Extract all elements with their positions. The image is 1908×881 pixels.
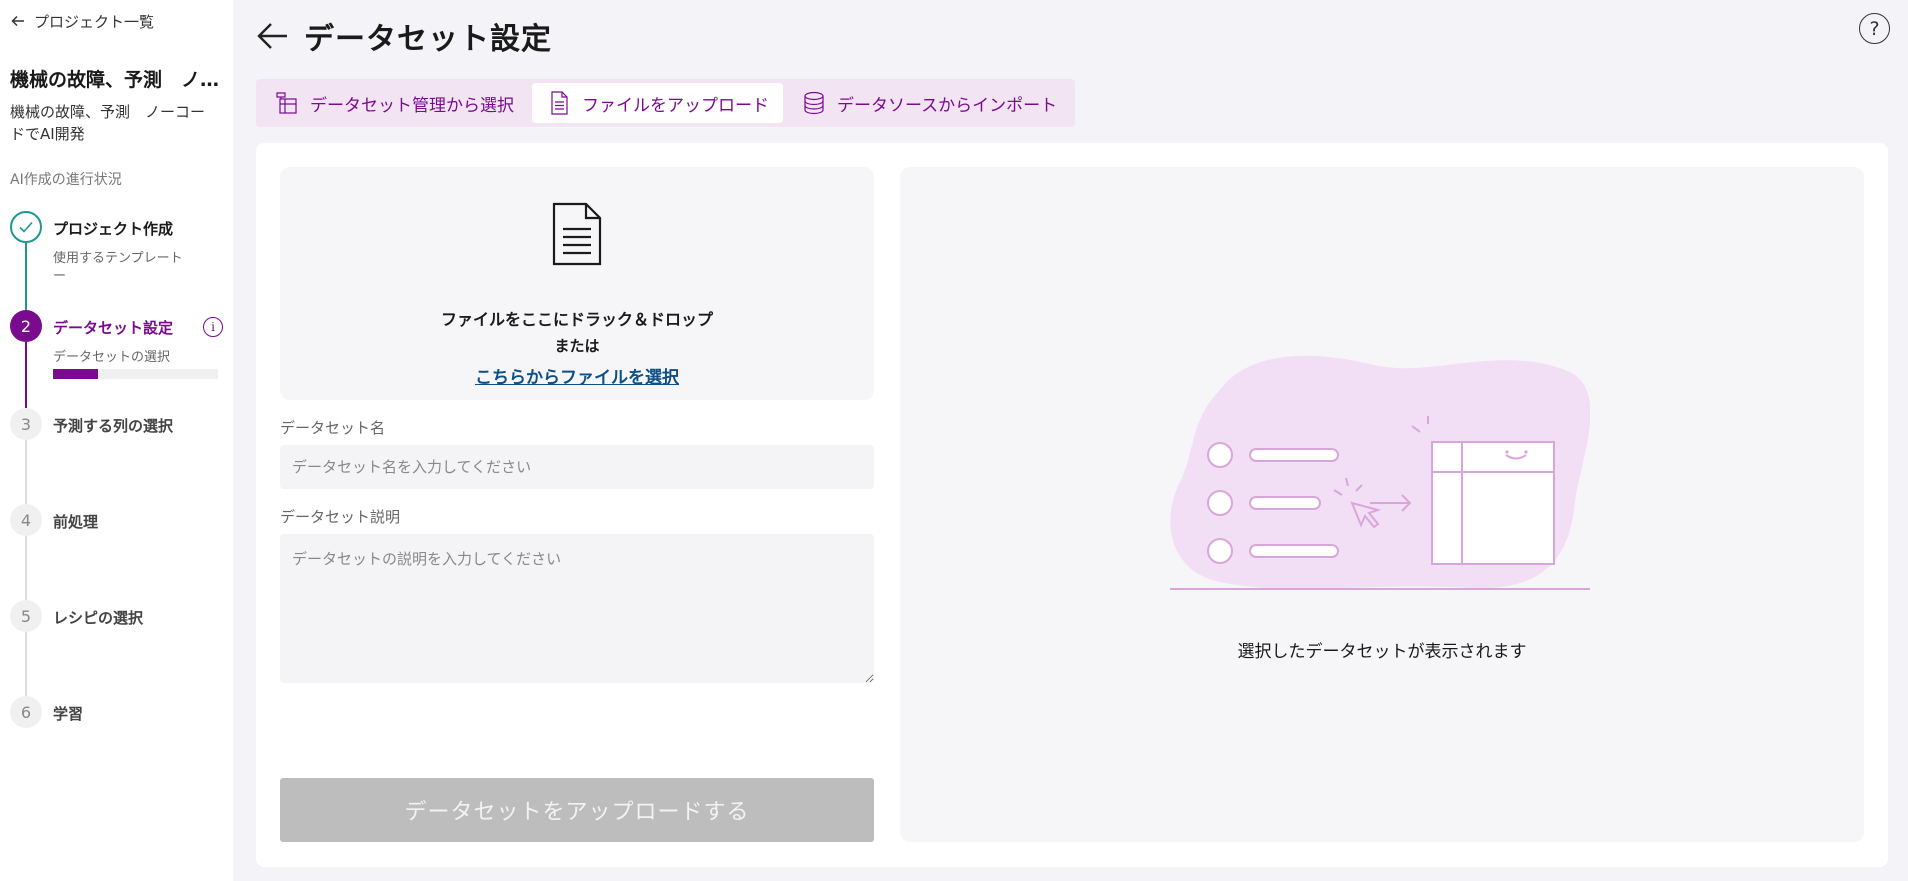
select-file-link[interactable]: こちらからファイルを選択 — [280, 363, 874, 388]
dataset-preview-panel: 選択したデータセットが表示されます — [900, 167, 1864, 842]
back-label: プロジェクト一覧 — [34, 12, 155, 31]
database-icon — [804, 91, 824, 115]
step-project-create[interactable]: プロジェクト作成 使用するテンプレート ー — [10, 211, 223, 291]
or-text: または — [554, 337, 600, 355]
page-title: データセット設定 — [304, 22, 552, 57]
preview-placeholder-text: 選択したデータセットが表示されます — [1237, 642, 1527, 662]
dataset-manage-icon — [276, 92, 297, 114]
arrow-left-icon[interactable] — [256, 19, 290, 53]
step-number: 4 — [10, 504, 42, 536]
tab-label: ファイルをアップロード — [582, 95, 769, 116]
tab-dataset-management[interactable]: データセット管理から選択 — [260, 83, 528, 123]
dataset-name-input[interactable] — [280, 445, 874, 489]
back-to-projects-link[interactable]: プロジェクト一覧 — [10, 10, 223, 32]
step-connector — [25, 536, 27, 600]
step-progress-bar — [53, 369, 218, 379]
step-training[interactable]: 6 学習 — [10, 696, 223, 728]
help-icon[interactable]: ? — [1859, 13, 1890, 44]
step-title: 予測する列の選択 — [53, 417, 174, 435]
step-title: 学習 — [53, 705, 84, 723]
upload-card: ファイルをここにドラック＆ドロップ または こちらからファイルを選択 データセッ… — [256, 143, 1888, 867]
step-sub: データセットの選択 — [53, 350, 171, 365]
page-header: データセット設定 — [256, 14, 552, 58]
document-icon — [552, 202, 602, 266]
step-connector — [25, 632, 27, 696]
step-title: レシピの選択 — [53, 609, 144, 627]
step-number: 5 — [10, 600, 42, 632]
step-progress-fill — [53, 369, 98, 379]
dataset-name-label: データセット名 — [280, 419, 386, 437]
arrow-left-icon — [11, 15, 24, 27]
step-sub: 使用するテンプレート — [53, 251, 183, 266]
progress-label: AI作成の進行状況 — [10, 172, 122, 188]
step-recipe[interactable]: 5 レシピの選択 — [10, 600, 223, 632]
tab-label: データセット管理から選択 — [310, 95, 514, 116]
step-connector — [25, 440, 27, 504]
step-title: プロジェクト作成 — [53, 220, 174, 238]
step-preprocess[interactable]: 4 前処理 — [10, 504, 223, 536]
file-icon — [551, 91, 568, 115]
tab-file-upload[interactable]: ファイルをアップロード — [532, 83, 783, 123]
source-tabs: データセット管理から選択 ファイルをアップロード データソースからインポート — [256, 79, 1076, 127]
step-dataset-setting[interactable]: 2 データセット設定 i データセットの選択 — [10, 310, 223, 390]
project-title: 機械の故障、予測 ノ… — [10, 69, 220, 91]
project-description: 機械の故障、予測 ノーコードでAI開発 — [10, 103, 206, 143]
step-sub-value: ー — [53, 269, 67, 284]
step-target-column[interactable]: 3 予測する列の選択 — [10, 408, 223, 440]
step-number: 6 — [10, 696, 42, 728]
info-icon[interactable]: i — [203, 317, 223, 337]
step-title: データセット設定 — [53, 319, 174, 337]
check-icon — [10, 211, 42, 243]
tab-datasource-import[interactable]: データソースからインポート — [787, 83, 1071, 123]
sidebar: プロジェクト一覧 機械の故障、予測 ノ… 機械の故障、予測 ノーコードでAI開発… — [0, 0, 233, 881]
drop-instruction: ファイルをここにドラック＆ドロップ — [440, 310, 713, 329]
file-dropzone[interactable]: ファイルをここにドラック＆ドロップ または こちらからファイルを選択 — [280, 167, 874, 400]
step-number: 3 — [10, 408, 42, 440]
upload-dataset-button[interactable]: データセットをアップロードする — [280, 778, 874, 842]
step-title: 前処理 — [53, 513, 99, 531]
dataset-preview-illustration — [1170, 355, 1590, 590]
step-number: 2 — [10, 310, 42, 342]
dataset-description-label: データセット説明 — [280, 508, 401, 526]
dataset-description-input[interactable] — [280, 534, 874, 683]
tab-label: データソースからインポート — [837, 95, 1058, 116]
